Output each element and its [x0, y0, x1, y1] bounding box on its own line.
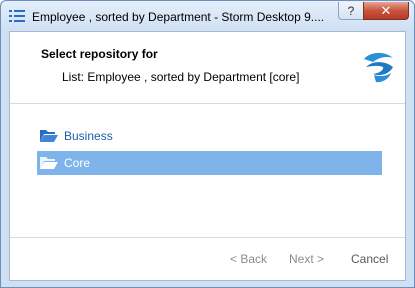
- header-divider: [10, 103, 405, 104]
- folder-open-icon: [40, 130, 58, 142]
- next-button[interactable]: Next >: [289, 252, 324, 266]
- window-title: Employee , sorted by Department - Storm …: [32, 10, 325, 24]
- help-button[interactable]: ?: [338, 2, 364, 20]
- dialog-window: Employee , sorted by Department - Storm …: [0, 0, 415, 288]
- repository-item-core[interactable]: Core: [37, 151, 382, 175]
- list-icon: [9, 10, 25, 22]
- repository-label: Business: [64, 129, 113, 143]
- footer-divider: [10, 237, 405, 238]
- folder-open-icon: [40, 157, 58, 169]
- repository-label: Core: [64, 156, 91, 170]
- back-button[interactable]: < Back: [230, 252, 267, 266]
- cancel-button[interactable]: Cancel: [351, 252, 388, 266]
- wizard-panel: Select repository for List: Employee , s…: [9, 31, 406, 281]
- header-subtitle: List: Employee , sorted by Department [c…: [62, 70, 300, 84]
- storm-logo-icon: [364, 52, 393, 83]
- title-bar[interactable]: Employee , sorted by Department - Storm …: [1, 1, 414, 31]
- header-title: Select repository for: [41, 47, 158, 61]
- close-button[interactable]: ✕: [363, 2, 409, 20]
- repository-item-business[interactable]: Business: [37, 124, 382, 148]
